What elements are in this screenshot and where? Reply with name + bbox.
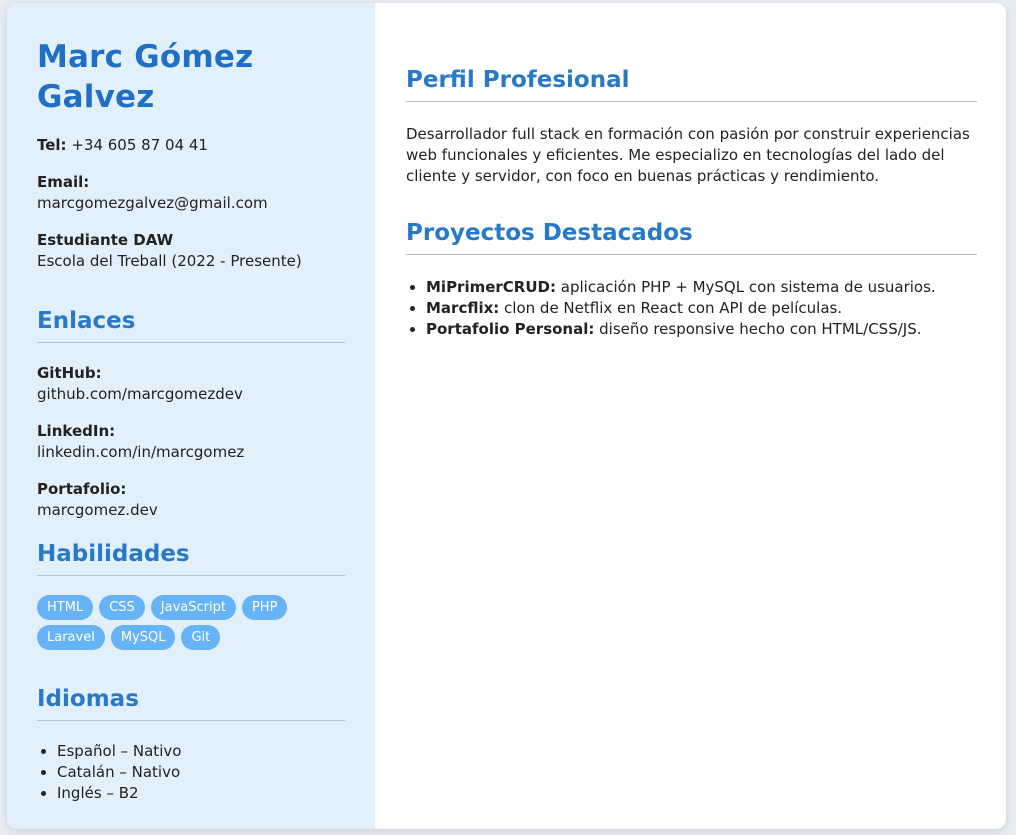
skills-section: Habilidades HTML CSS JavaScript PHP Lara…: [37, 539, 345, 650]
link-label: GitHub:: [37, 364, 102, 382]
project-desc: aplicación PHP + MySQL con sistema de us…: [556, 278, 936, 296]
language-item: Español – Nativo: [57, 741, 345, 762]
project-item: MiPrimerCRUD: aplicación PHP + MySQL con…: [426, 277, 977, 298]
skills-list: HTML CSS JavaScript PHP Laravel MySQL Gi…: [37, 595, 317, 650]
languages-title: Idiomas: [37, 684, 345, 721]
language-item: Inglés – B2: [57, 783, 345, 804]
skill-chip: JavaScript: [150, 595, 236, 620]
skill-chip: PHP: [241, 595, 288, 620]
languages-section: Idiomas Español – Nativo Catalán – Nativ…: [37, 684, 345, 804]
links-section: Enlaces GitHub: github.com/marcgomezdev …: [37, 306, 345, 521]
study-label: Estudiante DAW: [37, 231, 174, 249]
link-label: Portafolio:: [37, 480, 127, 498]
project-item: Marcflix: clon de Netflix en React con A…: [426, 298, 977, 319]
profile-section: Perfil Profesional Desarrollador full st…: [406, 65, 977, 187]
email-block: Email: marcgomezgalvez@gmail.com: [37, 172, 345, 214]
project-name: Portafolio Personal:: [426, 320, 595, 338]
skill-chip: MySQL: [110, 625, 176, 650]
email-value[interactable]: marcgomezgalvez@gmail.com: [37, 194, 268, 212]
profile-title: Perfil Profesional: [406, 65, 977, 102]
skill-chip: Laravel: [37, 625, 105, 650]
person-name: Marc Gómez Galvez: [37, 39, 254, 115]
profile-text: Desarrollador full stack en formación co…: [406, 125, 970, 185]
projects-section: Proyectos Destacados MiPrimerCRUD: aplic…: [406, 218, 977, 340]
link-item-portfolio: Portafolio: marcgomez.dev: [37, 479, 345, 521]
link-label: LinkedIn:: [37, 422, 116, 440]
project-desc: clon de Netflix en React con API de pelí…: [499, 299, 843, 317]
link-value[interactable]: marcgomez.dev: [37, 501, 158, 519]
projects-title: Proyectos Destacados: [406, 218, 977, 255]
projects-list: MiPrimerCRUD: aplicación PHP + MySQL con…: [406, 277, 977, 340]
phone-value: +34 605 87 04 41: [71, 136, 208, 154]
languages-list: Español – Nativo Catalán – Nativo Inglés…: [37, 741, 345, 804]
language-item: Catalán – Nativo: [57, 762, 345, 783]
study-block: Estudiante DAW Escola del Treball (2022 …: [37, 230, 345, 272]
skill-chip: CSS: [99, 595, 145, 620]
skill-chip: HTML: [37, 595, 94, 620]
phone-label: Tel:: [37, 136, 67, 154]
cv-card: Marc Gómez Galvez Tel: +34 605 87 04 41 …: [7, 3, 1006, 829]
project-item: Portafolio Personal: diseño responsive h…: [426, 319, 977, 340]
main-content: Perfil Profesional Desarrollador full st…: [375, 3, 1006, 829]
link-item-linkedin: LinkedIn: linkedin.com/in/marcgomez: [37, 421, 345, 463]
project-name: MiPrimerCRUD:: [426, 278, 556, 296]
link-item-github: GitHub: github.com/marcgomezdev: [37, 363, 345, 405]
study-value: Escola del Treball (2022 - Presente): [37, 252, 302, 270]
phone-line: Tel: +34 605 87 04 41: [37, 135, 345, 156]
link-value[interactable]: github.com/marcgomezdev: [37, 385, 243, 403]
email-label: Email:: [37, 173, 90, 191]
links-title: Enlaces: [37, 306, 345, 343]
project-name: Marcflix:: [426, 299, 500, 317]
skills-title: Habilidades: [37, 539, 345, 576]
link-value[interactable]: linkedin.com/in/marcgomez: [37, 443, 244, 461]
skill-chip: Git: [181, 625, 221, 650]
sidebar: Marc Gómez Galvez Tel: +34 605 87 04 41 …: [7, 3, 375, 829]
project-desc: diseño responsive hecho con HTML/CSS/JS.: [594, 320, 922, 338]
